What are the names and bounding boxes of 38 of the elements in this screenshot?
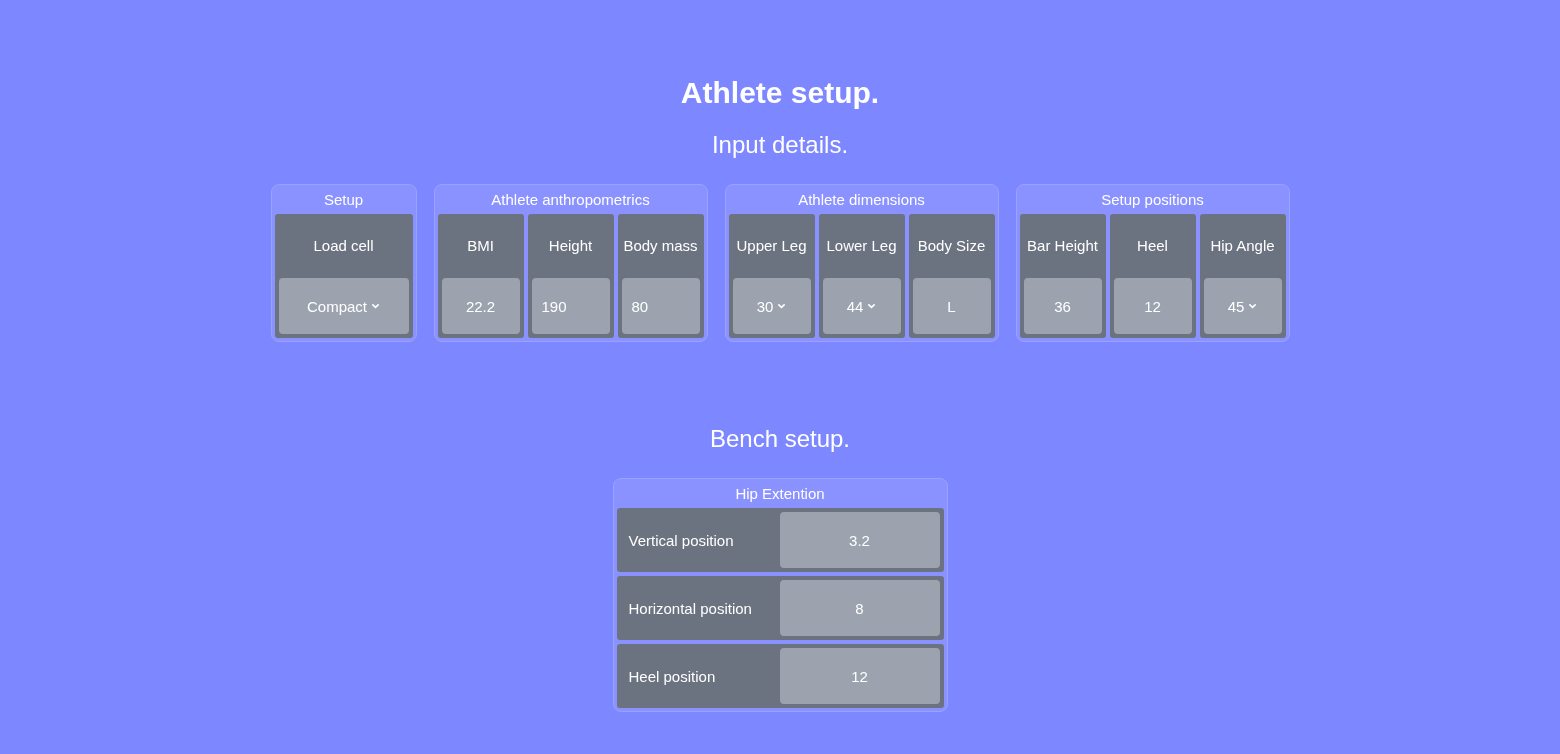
field-label: Hip Angle [1209,236,1276,256]
group-title: Hip Extention [734,484,826,504]
field-label: Upper Leg [735,236,808,256]
section-heading: Input details. [711,130,849,160]
field-label: Body Size [916,236,987,256]
group-title: Setup [322,190,365,210]
field-label: Horizontal position [627,599,753,617]
dropdown[interactable]: 30 [732,278,811,334]
field-label: Heel position [627,667,717,685]
value-display: 8 [779,580,940,636]
value-display: 12 [779,648,940,704]
group-title: Setup positions [1100,190,1205,210]
value-display: 3.2 [779,512,940,568]
field-label: Body mass [622,236,699,256]
value-display: 12 [1113,278,1192,334]
group-title: Athlete dimensions [797,190,926,210]
section-heading: Bench setup. [709,424,851,454]
field-label: Load cell [312,236,375,256]
chevron-down-icon [777,303,787,309]
input-field[interactable]: 80 [621,278,700,334]
dropdown[interactable]: 45 [1203,278,1282,334]
value-display: 36 [1023,278,1102,334]
group-title: Athlete anthropometrics [490,190,651,210]
field-label: Heel [1136,236,1169,256]
value-display: 22.2 [441,278,520,334]
chevron-down-icon [371,303,380,309]
page-title: Athlete setup. [680,75,880,111]
value-display: L [912,278,991,334]
input-field[interactable]: 190 [531,278,610,334]
chevron-down-icon [1248,303,1258,309]
field-label: Vertical position [627,531,735,549]
field-label: Height [547,236,594,256]
dropdown[interactable]: Compact [278,278,409,334]
field-label: Lower Leg [825,236,898,256]
chevron-down-icon [867,303,877,309]
field-label: BMI [466,236,495,256]
field-label: Bar Height [1026,236,1099,256]
dropdown[interactable]: 44 [822,278,901,334]
